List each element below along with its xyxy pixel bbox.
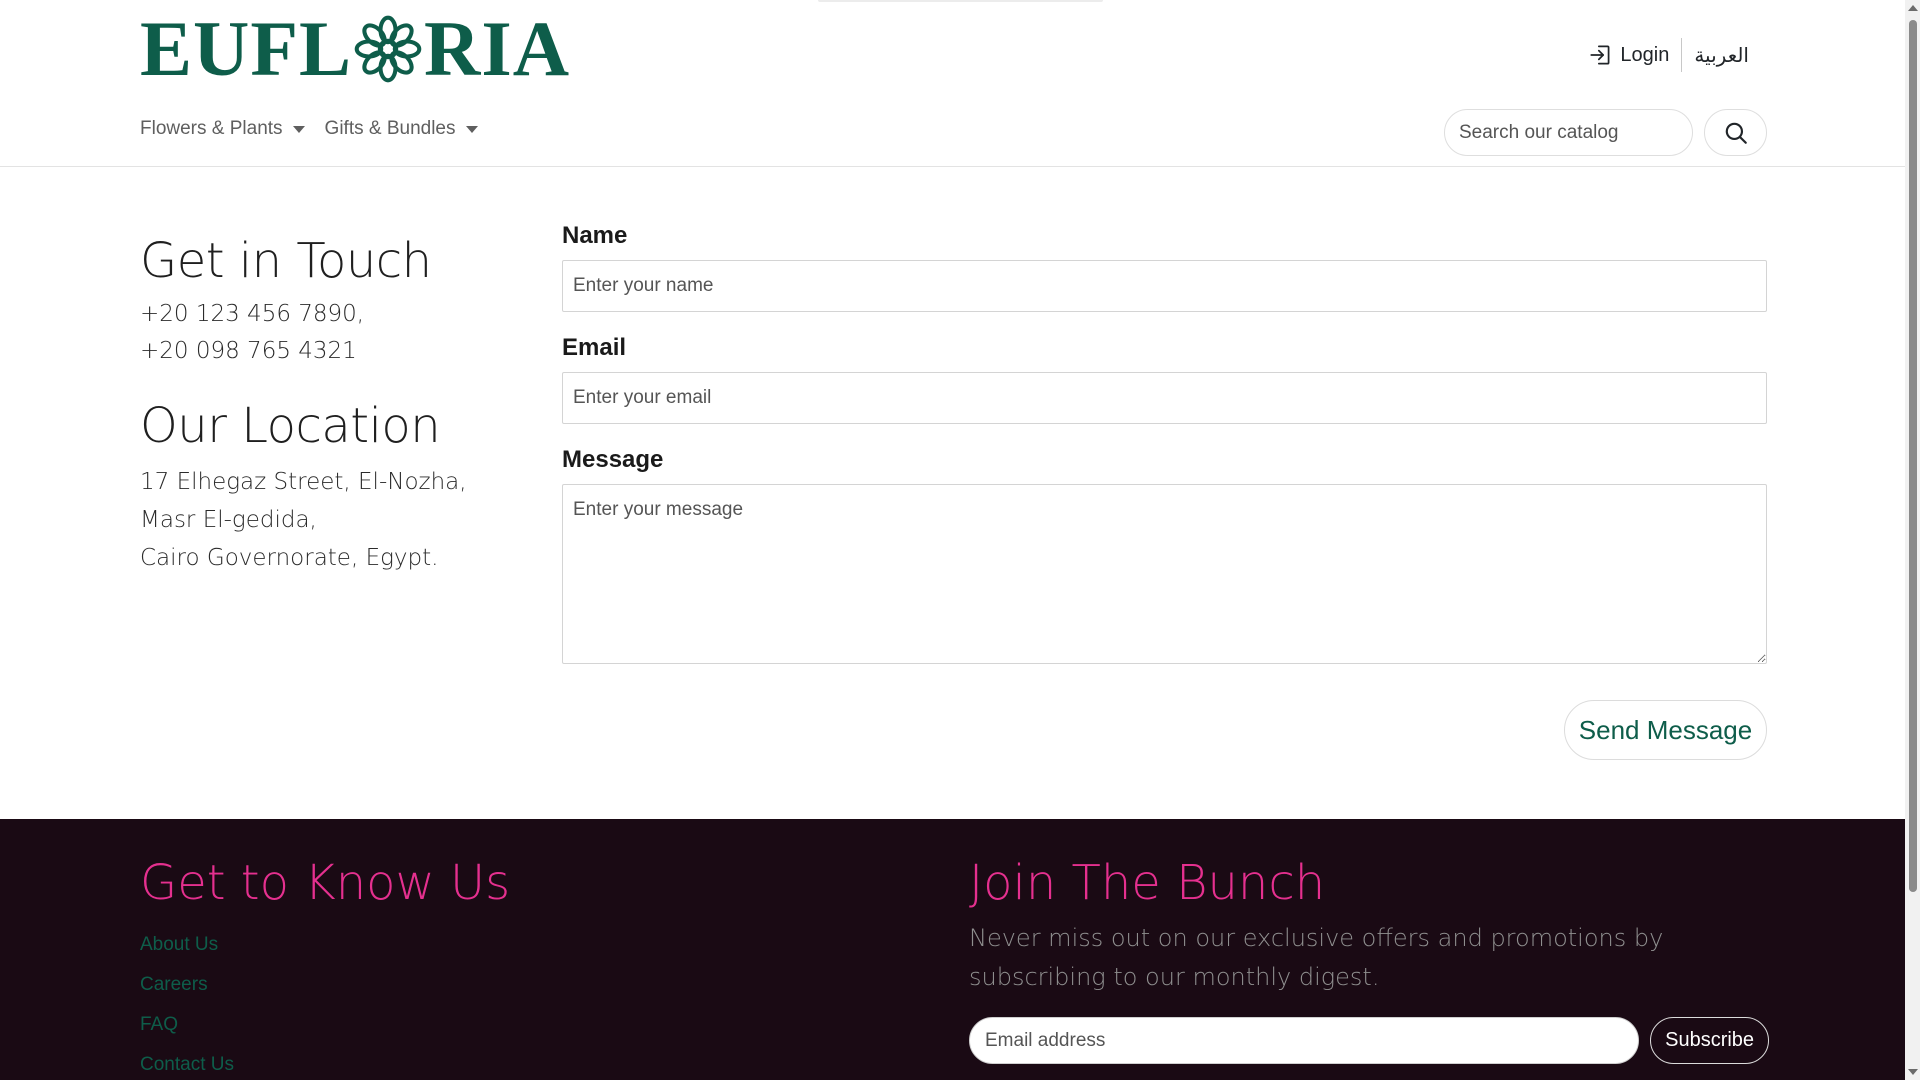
flower-logo-icon [354,15,422,83]
footer-link-careers[interactable]: Careers [140,965,510,1005]
message-field-group: Message [562,446,1767,669]
nav-label: Flowers & Plants [140,118,283,139]
page-scrollbar[interactable] [1905,0,1920,1080]
subscribe-row: Subscribe [969,1017,1769,1064]
address: 17 Elhegaz Street, El-Nozha, Masr El-ged… [140,463,530,577]
address-line: Masr El-gedida, [140,507,317,533]
footer-links: About Us Careers FAQ Contact Us [140,925,510,1080]
site-header: EUFL RIA Login العربية Flowers & Plants … [0,0,1905,167]
caret-down-icon [465,125,478,133]
nav-flowers-plants[interactable]: Flowers & Plants [140,118,305,140]
email-input[interactable] [562,372,1767,424]
send-message-button[interactable]: Send Message [1564,700,1767,760]
newsletter-text: Never miss out on our exclusive offers a… [969,924,1664,991]
search-input[interactable] [1444,109,1693,156]
contact-form: Name Email Message Send Message [562,222,1767,760]
footer-about: Get to Know Us About Us Careers FAQ Cont… [140,855,510,1080]
login-label: Login [1620,43,1670,66]
brand-logo[interactable]: EUFL RIA [140,10,570,88]
phone-list: +20 123 456 7890, +20 098 765 4321 [140,296,530,370]
scroll-up-arrow-icon[interactable] [1908,5,1918,11]
address-line: Cairo Governorate, Egypt. [140,545,439,571]
search-button[interactable] [1704,109,1767,156]
name-field-group: Name [562,222,1767,312]
scroll-down-arrow-icon[interactable] [1908,1069,1918,1075]
contact-info: Get in Touch +20 123 456 7890, +20 098 7… [140,230,530,577]
caret-down-icon [292,125,305,133]
logo-text-right: RIA [424,5,571,92]
contact-title: Get in Touch [140,233,432,289]
search-icon [1725,122,1747,144]
top-shadow [818,0,1103,2]
name-label: Name [562,222,628,249]
footer-link-about[interactable]: About Us [140,925,510,965]
message-textarea[interactable] [562,484,1767,664]
message-label: Message [562,446,664,473]
footer-link-faq[interactable]: FAQ [140,1005,510,1045]
logo-text-left: EUFL [140,5,353,92]
phone-number: +20 098 765 4321 [140,338,357,364]
search-bar [1444,109,1767,156]
newsletter-email-input[interactable] [969,1017,1640,1064]
login-icon [1590,45,1610,65]
subscribe-button[interactable]: Subscribe [1650,1017,1769,1064]
email-label: Email [562,334,627,361]
header-links: Login العربية [1588,38,1749,72]
address-line: 17 Elhegaz Street, El-Nozha, [140,469,467,495]
site-footer: Get to Know Us About Us Careers FAQ Cont… [0,819,1905,1080]
main-nav: Flowers & Plants Gifts & Bundles [140,118,478,140]
login-link[interactable]: Login [1588,38,1683,72]
location-title: Our Location [140,398,441,454]
nav-label: Gifts & Bundles [324,118,456,139]
phone-number: +20 123 456 7890, [140,301,365,327]
scrollbar-thumb[interactable] [1909,20,1917,892]
language-switch-link[interactable]: العربية [1682,43,1749,67]
name-input[interactable] [562,260,1767,312]
footer-newsletter: Join The Bunch Never miss out on our exc… [969,855,1769,1064]
footer-link-contact[interactable]: Contact Us [140,1045,510,1080]
nav-gifts-bundles[interactable]: Gifts & Bundles [325,118,478,140]
newsletter-title: Join The Bunch [969,855,1326,911]
email-field-group: Email [562,334,1767,424]
footer-about-title: Get to Know Us [140,855,511,911]
